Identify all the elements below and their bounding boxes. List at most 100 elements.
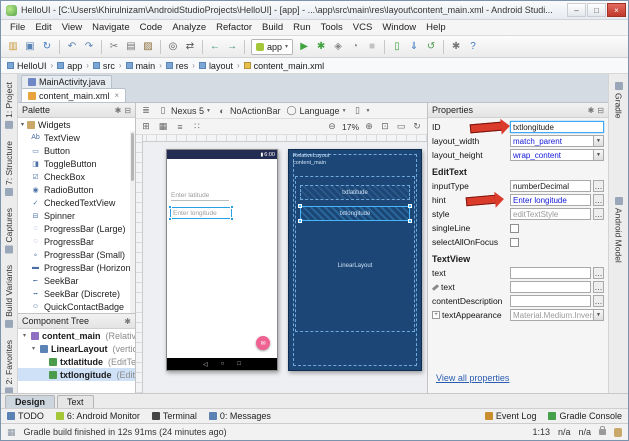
expand-icon[interactable]: + <box>432 311 440 319</box>
menu-file[interactable]: File <box>5 20 30 35</box>
dropdown-caret-icon[interactable]: ▼ <box>594 149 604 161</box>
paste-icon[interactable]: ▨ <box>140 39 156 55</box>
sync-icon[interactable]: ↻ <box>39 39 55 55</box>
tool-window-tab-2-favorites[interactable]: 2: Favorites <box>4 340 14 393</box>
minimize-button[interactable]: – <box>567 3 586 17</box>
pan-icon[interactable]: ▭ <box>395 121 407 132</box>
tool-window-tab-build-variants[interactable]: Build Variants <box>4 265 14 329</box>
tool-window-tab-7-structure[interactable]: 7: Structure <box>4 141 14 196</box>
inspections-profile-icon[interactable] <box>614 427 622 437</box>
refresh-icon[interactable]: ↻ <box>411 121 423 132</box>
grid-icon[interactable]: ⊞ <box>140 121 152 132</box>
gear-icon[interactable]: ✱ <box>124 317 131 326</box>
encoding-indicator[interactable]: n/a <box>578 427 591 437</box>
prop-value-contentdescription[interactable] <box>510 295 591 307</box>
palette-item-progressbar-horizontal[interactable]: ▬ ProgressBar (Horizontal) <box>18 261 135 274</box>
ellipsis-button[interactable]: … <box>593 281 604 293</box>
breadcrumb-item-main[interactable]: main <box>125 61 155 71</box>
palette-group-widgets[interactable]: ▾ Widgets <box>18 118 135 131</box>
edittext-longitude-selected[interactable]: Enter longitude <box>168 205 234 221</box>
palette-item-progressbar[interactable]: ◌ ProgressBar <box>18 235 135 248</box>
find-icon[interactable]: ◎ <box>165 39 181 55</box>
zoom-out-icon[interactable]: ⊖ <box>326 121 338 132</box>
tab-content-main-xml[interactable]: content_main.xml × <box>21 88 127 102</box>
tool-window-tab-captures[interactable]: Captures <box>4 208 14 254</box>
ellipsis-button[interactable]: … <box>593 194 604 206</box>
prop-value-text[interactable] <box>510 281 591 293</box>
tab-design[interactable]: Design <box>5 395 56 408</box>
selection-handle[interactable] <box>230 205 234 209</box>
run-config-selector[interactable]: app ▾ <box>251 38 294 55</box>
stop-icon[interactable]: ■ <box>364 39 380 55</box>
tool-window-button-terminal[interactable]: Terminal <box>151 411 197 421</box>
maximize-button[interactable]: □ <box>587 3 606 17</box>
settings-icon[interactable]: ✱ <box>448 39 464 55</box>
ellipsis-button[interactable]: … <box>593 208 604 220</box>
breadcrumb-item-res[interactable]: res <box>165 61 188 71</box>
save-icon[interactable]: ▣ <box>22 39 38 55</box>
menu-build[interactable]: Build <box>257 20 288 35</box>
configuration-icon[interactable]: ≣ <box>140 105 152 116</box>
fab-button[interactable]: ✉ <box>256 336 270 350</box>
prop-value-hint[interactable]: Enter longitude <box>510 194 591 206</box>
help-icon[interactable]: ? <box>465 39 481 55</box>
palette-item-radiobutton[interactable]: ◉ RadioButton <box>18 183 135 196</box>
open-icon[interactable]: ▥ <box>5 39 21 55</box>
tool-window-tab-gradle[interactable]: Gradle <box>614 82 624 119</box>
edittext-latitude[interactable]: Enter latitude <box>171 192 229 201</box>
menu-window[interactable]: Window <box>377 20 421 35</box>
dropdown-caret-icon[interactable]: ▼ <box>594 135 604 147</box>
cut-icon[interactable]: ✂ <box>106 39 122 55</box>
prop-value-layout-height[interactable]: wrap_content <box>510 149 594 161</box>
avd-manager-icon[interactable]: ▯ <box>389 39 405 55</box>
palette-scrollbar[interactable] <box>130 131 135 313</box>
theme-selector[interactable]: ◐ NoActionBar <box>216 106 280 116</box>
snap-icon[interactable]: ▦ <box>157 121 169 132</box>
device-selector[interactable]: ▯ Nexus 5 ▼ <box>157 105 211 116</box>
zoom-in-icon[interactable]: ⊕ <box>363 121 375 132</box>
palette-item-togglebutton[interactable]: ◨ ToggleButton <box>18 157 135 170</box>
menu-code[interactable]: Code <box>135 20 168 35</box>
selection-handle[interactable] <box>408 219 412 223</box>
palette-item-checkedtextview[interactable]: ✓ CheckedTextView <box>18 196 135 209</box>
ellipsis-button[interactable]: … <box>593 295 604 307</box>
coverage-icon[interactable]: ◈ <box>330 39 346 55</box>
palette-item-checkbox[interactable]: ☑ CheckBox <box>18 170 135 183</box>
prop-value-inputtype[interactable]: numberDecimal <box>510 180 591 192</box>
prop-value-textappearance[interactable]: Material.Medium.Inverse <box>510 309 594 321</box>
palette-item-seekbar[interactable]: ╾ SeekBar <box>18 274 135 287</box>
selection-handle[interactable] <box>298 204 302 208</box>
blueprint-linearlayout[interactable]: txtlatitude txtlongitude LinearLayout <box>295 176 415 332</box>
palette-item-seekbar-discrete[interactable]: ╍ SeekBar (Discrete) <box>18 287 135 300</box>
gradle-sync-icon[interactable]: ↺ <box>423 39 439 55</box>
caret-position[interactable]: 1:13 <box>532 427 550 437</box>
palette-item-textview[interactable]: Ab TextView <box>18 131 135 144</box>
lock-icon[interactable] <box>599 426 606 435</box>
tree-item-txtlongitude[interactable]: txtlongitude (EditText) <box>18 368 135 381</box>
blueprint-txtlongitude[interactable]: txtlongitude <box>298 204 412 223</box>
zoom-fit-icon[interactable]: ⊡ <box>379 121 391 132</box>
menu-analyze[interactable]: Analyze <box>167 20 211 35</box>
tool-window-tab-android-model[interactable]: Android Model <box>614 196 624 262</box>
sdk-manager-icon[interactable]: ⇓ <box>406 39 422 55</box>
design-canvas[interactable]: ▮ 6:00 Enter latitude Enter longitude ✉ … <box>136 135 427 393</box>
collapse-icon[interactable]: ⊟ <box>597 106 604 115</box>
tree-item-content-main[interactable]: ▾ content_main (RelativeLa <box>18 329 135 342</box>
tool-window-button-todo[interactable]: TODO <box>7 411 44 421</box>
copy-icon[interactable]: ▤ <box>123 39 139 55</box>
dots-icon[interactable]: ∷ <box>191 121 203 132</box>
breadcrumb-item-helloui[interactable]: HelloUI <box>7 61 47 71</box>
selection-handle[interactable] <box>168 205 172 209</box>
prop-value-id[interactable]: txtlongitude <box>510 121 604 133</box>
breadcrumb-item-src[interactable]: src <box>92 61 115 71</box>
ellipsis-button[interactable]: … <box>593 180 604 192</box>
tool-window-button-6-android-monitor[interactable]: 6: Android Monitor <box>55 411 140 421</box>
menu-run[interactable]: Run <box>288 20 315 35</box>
tree-item-linearlayout[interactable]: ▾ LinearLayout (vertical) <box>18 342 135 355</box>
tool-window-button-event-log[interactable]: Event Log <box>484 411 536 421</box>
tool-window-tab-1-project[interactable]: 1: Project <box>4 82 14 129</box>
run-icon[interactable]: ▶ <box>296 39 312 55</box>
device-preview[interactable]: ▮ 6:00 Enter latitude Enter longitude ✉ … <box>166 149 278 371</box>
redo-icon[interactable]: ↷ <box>81 39 97 55</box>
dropdown-caret-icon[interactable]: ▼ <box>594 309 604 321</box>
